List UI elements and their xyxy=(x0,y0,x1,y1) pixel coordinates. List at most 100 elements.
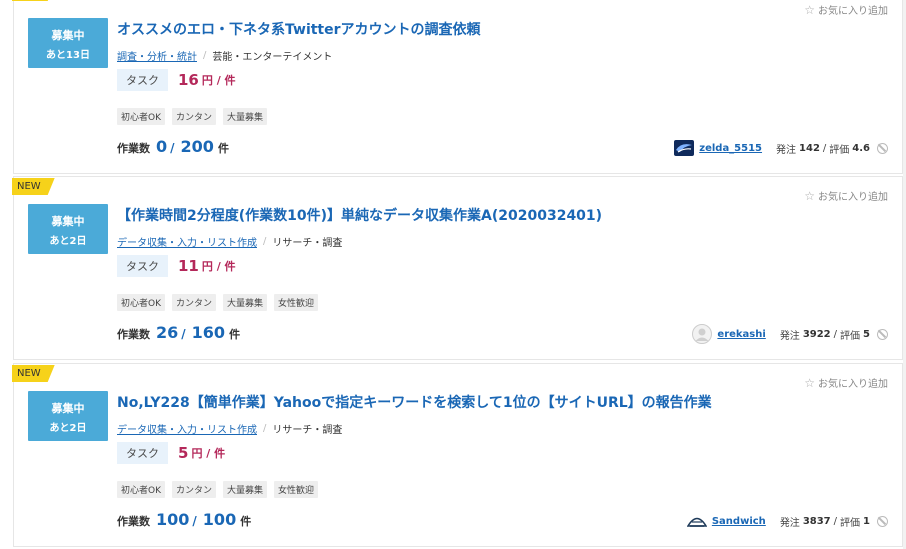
posts-label: 発注 xyxy=(779,517,800,529)
star-icon: ☆ xyxy=(804,188,815,203)
job-card: NEW ☆ お気に入り追加 募集中 あと2日 No,LY228【簡単作業】Yah… xyxy=(13,363,903,547)
category-link[interactable]: データ収集・入力・リスト作成 xyxy=(117,421,257,436)
job-card: NEW ☆ お気に入り追加 募集中 あと2日 【作業時間2分程度(作業数10件)… xyxy=(13,176,903,360)
tag: 大量募集 xyxy=(223,481,268,498)
zelda-logo-icon[interactable] xyxy=(674,140,695,156)
tag-list: 初心者OK カンタン 大量募集 xyxy=(117,108,268,125)
remaining-days: あと2日 xyxy=(49,423,87,434)
status-label: 募集中 xyxy=(51,402,85,415)
tag: 初心者OK xyxy=(117,294,165,311)
tag: カンタン xyxy=(172,108,217,125)
slash: / xyxy=(181,327,186,341)
works-done: 26 xyxy=(156,323,179,342)
favorite-label: お気に入り追加 xyxy=(818,6,888,17)
works-count: 作業数 100 / 100 件 xyxy=(117,510,251,529)
rating-label: 評価 xyxy=(840,330,861,342)
reward: タスク 16 円 / 件 xyxy=(117,69,236,91)
price: 11 xyxy=(178,257,199,275)
tag-list: 初心者OK カンタン 大量募集 女性歓迎 xyxy=(117,481,319,498)
client-stats: 発注 142 / 評価 4.6 xyxy=(776,141,888,156)
category-breadcrumb: データ収集・入力・リスト作成 / リサーチ・調査 xyxy=(117,421,342,436)
job-title-link[interactable]: オススメのエロ・下ネタ系Twitterアカウントの調査依頼 xyxy=(117,19,481,39)
job-type-badge: タスク xyxy=(117,255,168,277)
reward: タスク 11 円 / 件 xyxy=(117,255,236,277)
works-count: 作業数 0 / 200 件 xyxy=(117,137,229,156)
status-label: 募集中 xyxy=(51,215,85,228)
status-badge: 募集中 あと13日 xyxy=(28,18,108,68)
posts-label: 発注 xyxy=(776,144,797,156)
price-unit: 円 / 件 xyxy=(201,260,236,273)
block-icon[interactable] xyxy=(877,515,888,527)
default-user-icon[interactable] xyxy=(692,324,713,344)
works-label: 作業数 xyxy=(117,515,150,528)
sandwich-logo-icon[interactable] xyxy=(686,513,708,529)
stat-sep: / xyxy=(833,515,838,527)
slash: / xyxy=(192,514,197,528)
works-unit: 件 xyxy=(217,142,229,155)
favorite-label: お気に入り追加 xyxy=(818,379,888,390)
rating-value: 4.6 xyxy=(852,142,870,154)
category-breadcrumb: 調査・分析・統計 / 芸能・エンターテイメント xyxy=(117,48,332,63)
client-stats: 発注 3922 / 評価 5 xyxy=(780,327,888,342)
remaining-days: あと2日 xyxy=(49,236,87,247)
favorite-button[interactable]: ☆ お気に入り追加 xyxy=(804,2,888,18)
category-link[interactable]: データ収集・入力・リスト作成 xyxy=(117,234,257,249)
price: 16 xyxy=(178,71,199,89)
job-type-badge: タスク xyxy=(117,69,168,91)
tag: 女性歓迎 xyxy=(274,481,319,498)
tag: 大量募集 xyxy=(223,108,268,125)
job-type-badge: タスク xyxy=(117,442,168,464)
tag-list: 初心者OK カンタン 大量募集 女性歓迎 xyxy=(117,294,319,311)
rating-value: 1 xyxy=(863,515,870,527)
block-icon[interactable] xyxy=(877,328,888,340)
status-badge: 募集中 あと2日 xyxy=(28,204,108,254)
works-count: 作業数 26 / 160 件 xyxy=(117,323,240,342)
separator: / xyxy=(263,423,267,434)
category-link[interactable]: 調査・分析・統計 xyxy=(117,48,197,63)
works-label: 作業数 xyxy=(117,328,150,341)
works-unit: 件 xyxy=(240,515,252,528)
status-label: 募集中 xyxy=(51,29,85,42)
tag: カンタン xyxy=(172,481,217,498)
status-badge: 募集中 あと2日 xyxy=(28,391,108,441)
tag: カンタン xyxy=(172,294,217,311)
works-label: 作業数 xyxy=(117,142,150,155)
price-unit: 円 / 件 xyxy=(201,74,236,87)
category-breadcrumb: データ収集・入力・リスト作成 / リサーチ・調査 xyxy=(117,234,342,249)
works-unit: 件 xyxy=(229,328,241,341)
remaining-days: あと13日 xyxy=(46,50,90,61)
client-stats: 発注 3837 / 評価 1 xyxy=(780,514,888,529)
client-name-link[interactable]: erekashi xyxy=(717,329,765,340)
job-list: NEW ☆ お気に入り追加 募集中 あと13日 オススメのエロ・下ネタ系Twit… xyxy=(0,0,906,549)
tag: 初心者OK xyxy=(117,481,165,498)
client-name-link[interactable]: Sandwich xyxy=(712,516,766,527)
client-info: Sandwich 発注 3837 / 評価 1 xyxy=(686,513,888,529)
works-done: 0 xyxy=(156,137,168,156)
favorite-button[interactable]: ☆ お気に入り追加 xyxy=(804,188,888,204)
category-label: 芸能・エンターテイメント xyxy=(212,52,333,63)
job-title-link[interactable]: 【作業時間2分程度(作業数10件)】単純なデータ収集作業A(2020032401… xyxy=(117,205,602,225)
separator: / xyxy=(263,236,267,247)
favorite-button[interactable]: ☆ お気に入り追加 xyxy=(804,375,888,391)
client-name-link[interactable]: zelda_5515 xyxy=(699,143,762,154)
rating-value: 5 xyxy=(863,328,870,340)
slash: / xyxy=(170,141,175,155)
reward: タスク 5 円 / 件 xyxy=(117,442,225,464)
category-label: リサーチ・調査 xyxy=(272,238,343,249)
rating-label: 評価 xyxy=(829,144,850,156)
works-total: 100 xyxy=(202,510,237,529)
job-title-link[interactable]: No,LY228【簡単作業】Yahooで指定キーワードを検索して1位の【サイトU… xyxy=(117,392,712,412)
client-info: zelda_5515 発注 142 / 評価 4.6 xyxy=(674,140,888,156)
posts-count: 3837 xyxy=(802,515,831,527)
block-icon[interactable] xyxy=(877,142,888,154)
separator: / xyxy=(203,50,207,61)
job-card: NEW ☆ お気に入り追加 募集中 あと13日 オススメのエロ・下ネタ系Twit… xyxy=(13,0,903,174)
works-done: 100 xyxy=(156,510,190,529)
tag: 初心者OK xyxy=(117,108,165,125)
stat-sep: / xyxy=(833,328,838,340)
works-total: 160 xyxy=(191,323,226,342)
new-badge: NEW xyxy=(12,0,55,1)
posts-count: 142 xyxy=(799,142,820,154)
works-total: 200 xyxy=(180,137,214,156)
price: 5 xyxy=(178,444,189,462)
